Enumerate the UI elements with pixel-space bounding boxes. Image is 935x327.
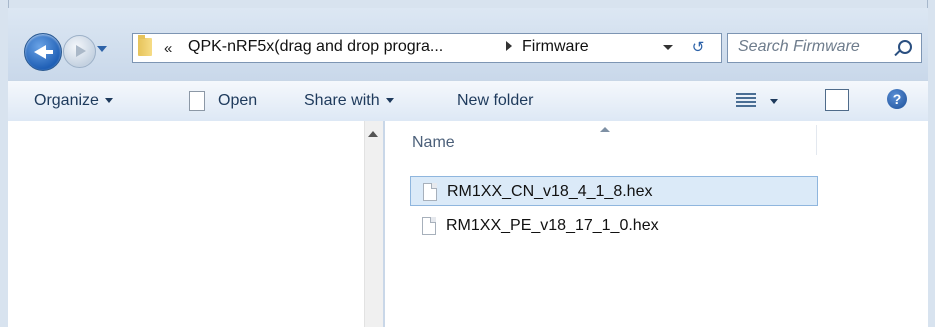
navigation-pane-scrollbar[interactable] xyxy=(364,121,383,327)
pane-splitter[interactable] xyxy=(383,121,385,327)
breadcrumb-overflow[interactable]: « xyxy=(164,40,172,57)
document-icon[interactable] xyxy=(189,91,205,111)
forward-arrow-icon[interactable] xyxy=(63,35,96,68)
navigation-pane[interactable] xyxy=(8,121,388,327)
new-folder-label: New folder xyxy=(457,92,534,109)
search-placeholder[interactable]: Search Firmware xyxy=(738,38,860,56)
organize-button[interactable]: Organize xyxy=(34,92,113,110)
breadcrumb-current-folder[interactable]: Firmware xyxy=(522,38,589,56)
hex-file-icon xyxy=(423,183,437,201)
breadcrumb-parent-folder[interactable]: QPK-nRF5x(drag and drop progra... xyxy=(188,38,443,56)
file-name: RM1XX_CN_v18_4_1_8.hex xyxy=(447,183,653,200)
organize-label: Organize xyxy=(34,92,99,109)
share-with-button[interactable]: Share with xyxy=(304,92,394,110)
breadcrumb-separator-icon[interactable] xyxy=(506,41,512,51)
back-arrow-icon[interactable] xyxy=(24,33,62,71)
refresh-icon[interactable]: ↺ xyxy=(684,37,712,59)
view-options-dropdown[interactable] xyxy=(770,99,778,104)
file-row[interactable]: RM1XX_PE_v18_17_1_0.hex xyxy=(410,211,818,241)
share-with-label: Share with xyxy=(304,92,380,109)
address-history-dropdown[interactable] xyxy=(663,45,673,50)
help-icon[interactable]: ? xyxy=(887,89,907,109)
open-label: Open xyxy=(218,92,258,109)
open-button[interactable]: Open xyxy=(218,92,257,110)
scroll-up-arrow-icon[interactable] xyxy=(368,131,378,137)
file-row[interactable]: RM1XX_CN_v18_4_1_8.hex xyxy=(410,176,818,206)
search-icon[interactable] xyxy=(898,40,912,54)
chevron-down-icon xyxy=(104,98,113,104)
preview-pane-icon[interactable] xyxy=(825,89,849,111)
file-name: RM1XX_PE_v18_17_1_0.hex xyxy=(446,217,659,234)
window-right-border xyxy=(927,0,935,327)
chevron-down-icon xyxy=(385,98,394,104)
folder-icon xyxy=(138,35,152,56)
column-divider[interactable] xyxy=(816,125,817,155)
view-list-icon[interactable] xyxy=(736,91,756,107)
recent-pages-dropdown[interactable] xyxy=(97,46,107,52)
window-top-border xyxy=(0,0,935,8)
name-column-header[interactable]: Name xyxy=(412,134,455,152)
new-folder-button[interactable]: New folder xyxy=(457,92,533,110)
hex-file-icon xyxy=(422,217,436,235)
sort-ascending-icon xyxy=(600,127,610,132)
